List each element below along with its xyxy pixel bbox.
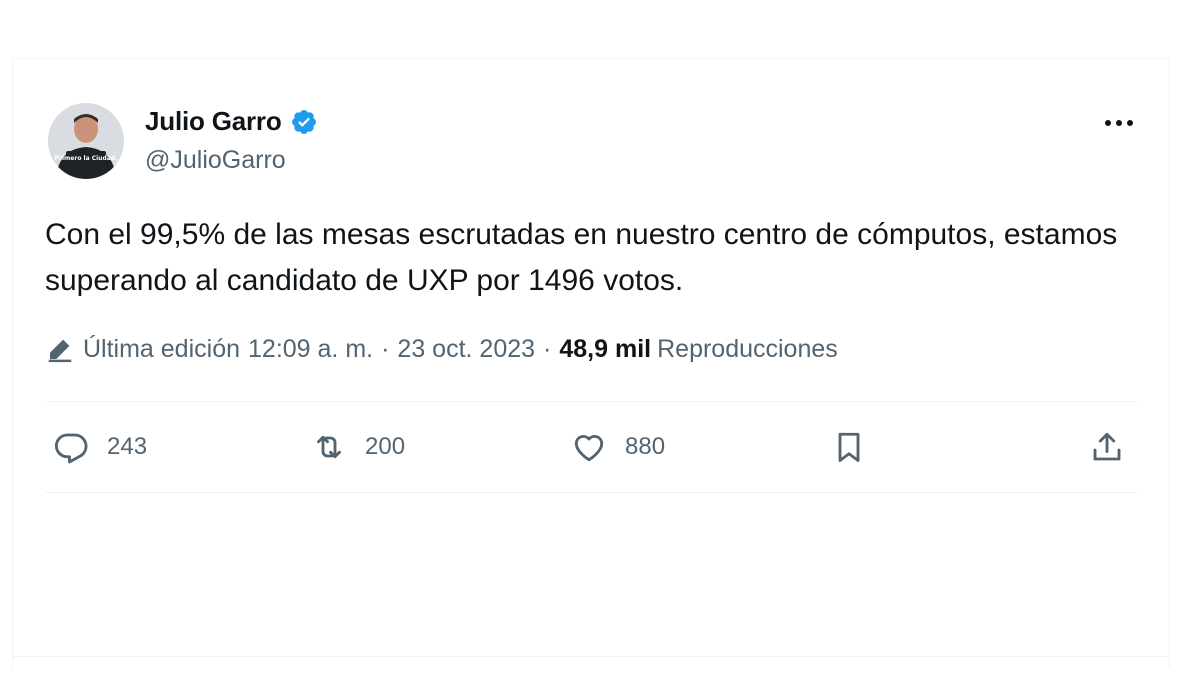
bookmark-icon	[838, 432, 860, 462]
tweet-date[interactable]: 23 oct. 2023	[397, 335, 535, 364]
author-name-row: Julio Garro	[145, 106, 318, 137]
card-bottom-border	[12, 656, 1170, 657]
share-icon	[1093, 432, 1121, 461]
author-name[interactable]: Julio Garro	[145, 106, 282, 137]
tweet-time[interactable]: 12:09 a. m.	[248, 335, 373, 364]
divider-bottom	[45, 492, 1138, 493]
views-label: Reproducciones	[657, 334, 838, 363]
more-icon	[1105, 120, 1133, 126]
bookmark-button[interactable]	[831, 402, 867, 492]
reply-count: 243	[107, 433, 148, 460]
like-button[interactable]: 880	[571, 402, 665, 492]
verified-badge-icon	[291, 109, 316, 134]
author-handle[interactable]: @JulioGarro	[145, 146, 286, 175]
repost-count: 200	[365, 433, 406, 460]
reply-button[interactable]: 243	[53, 402, 147, 492]
avatar-image: Primero la Ciudad.	[48, 103, 124, 179]
views-count: 48,9 mil	[559, 334, 652, 363]
heart-icon	[574, 435, 604, 462]
action-bar: 243 200 880	[45, 402, 1138, 492]
avatar[interactable]: Primero la Ciudad.	[48, 103, 124, 179]
reply-icon	[55, 433, 88, 464]
edited-label[interactable]: Última edición	[83, 335, 240, 364]
tweet-text: Con el 99,5% de las mesas escrutadas en …	[45, 218, 1118, 297]
pencil-icon	[48, 339, 72, 363]
avatar-label: Primero la Ciudad.	[55, 155, 118, 162]
more-options-button[interactable]	[1102, 108, 1136, 138]
tweet-meta: Última edición 12:09 a. m. · 23 oct. 202…	[45, 334, 838, 364]
like-count: 880	[625, 433, 666, 460]
meta-separator: ·	[543, 334, 552, 363]
meta-separator: ·	[381, 334, 390, 363]
share-button[interactable]	[1089, 402, 1125, 492]
repost-button[interactable]: 200	[311, 402, 405, 492]
repost-icon	[317, 435, 341, 459]
